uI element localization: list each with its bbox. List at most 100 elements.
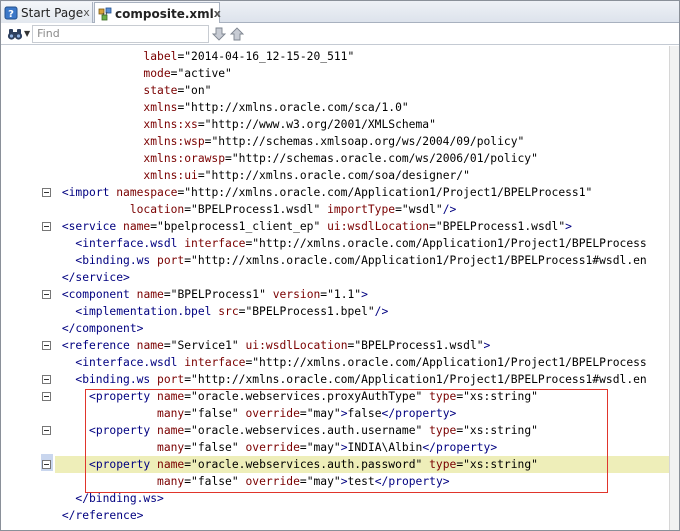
code-line[interactable]: xmlns="http://xmlns.oracle.com/sca/1.0" [55, 99, 669, 116]
close-icon[interactable]: x [214, 7, 221, 20]
code-line[interactable]: label="2014-04-16_12-15-20_511" [55, 48, 669, 65]
code-line[interactable]: <binding.ws port="http://xmlns.oracle.co… [55, 252, 669, 269]
fold-toggle-icon[interactable] [42, 341, 51, 350]
code-line[interactable]: </service> [55, 269, 669, 286]
find-input[interactable] [32, 24, 210, 43]
code-token: > [565, 220, 572, 233]
code-token: name [136, 288, 164, 301]
fold-toggle-icon[interactable] [42, 426, 51, 435]
code-token: <interface.wsdl [75, 356, 185, 369]
code-token: mode [143, 67, 171, 80]
fold-toggle-icon[interactable] [42, 222, 51, 231]
chevron-down-icon[interactable]: ▼ [24, 29, 30, 38]
code-token: <reference [61, 339, 137, 352]
code-token: name [123, 220, 151, 233]
tab-composite-xml[interactable]: composite.xml x [94, 2, 221, 24]
annotation-highlight-box [85, 389, 608, 493]
code-token: ="wsdl" [395, 203, 443, 216]
close-icon[interactable]: x [83, 6, 90, 19]
editor-gutter [1, 46, 55, 530]
code-token: ="http://xmlns.oracle.com/Application1/P… [177, 186, 593, 199]
arrow-up-icon [230, 26, 245, 40]
code-line[interactable]: <component name="BPELProcess1" version="… [55, 286, 669, 303]
code-line[interactable]: <import namespace="http://xmlns.oracle.c… [55, 184, 669, 201]
code-token: </service> [61, 271, 130, 284]
code-token: /> [442, 203, 457, 216]
code-line[interactable]: state="on" [55, 82, 669, 99]
code-token: ="http://schemas.oracle.com/ws/2006/01/p… [225, 152, 538, 165]
code-token: port [157, 254, 185, 267]
code-line[interactable]: xmlns:ui="http://xmlns.oracle.com/soa/de… [55, 167, 669, 184]
code-token: ="http://xmlns.oracle.com/soa/designer/" [197, 169, 470, 182]
code-line[interactable]: <implementation.bpel src="BPELProcess1.b… [55, 303, 669, 320]
code-token: </reference> [61, 509, 144, 522]
tab-start-page[interactable]: ? Start Page x [1, 2, 93, 23]
code-token: name [136, 339, 164, 352]
code-line[interactable]: xmlns:wsp="http://schemas.xmlsoap.org/ws… [55, 133, 669, 150]
tab-label: Start Page [21, 5, 84, 20]
code-token: src [218, 305, 239, 318]
code-token: <binding.ws [75, 254, 158, 267]
find-previous-button[interactable] [229, 25, 245, 43]
code-token: xmlns [143, 101, 178, 114]
code-token: ="bpelprocess1_client_ep" [150, 220, 328, 233]
code-token: namespace [116, 186, 178, 199]
code-token: ui:wsdlLocation [245, 339, 348, 352]
fold-toggle-icon[interactable] [42, 375, 51, 384]
code-token: <component [61, 288, 137, 301]
code-line[interactable]: xmlns:xs="http://www.w3.org/2001/XMLSche… [55, 116, 669, 133]
fold-toggle-icon[interactable] [42, 290, 51, 299]
code-token: location [129, 203, 185, 216]
code-line[interactable]: xmlns:orawsp="http://schemas.oracle.com/… [55, 150, 669, 167]
code-token: state [143, 84, 178, 97]
fold-toggle-icon[interactable] [42, 392, 51, 401]
code-line[interactable]: <reference name="Service1" ui:wsdlLocati… [55, 337, 669, 354]
binoculars-icon[interactable] [7, 27, 23, 41]
help-page-icon: ? [4, 6, 18, 20]
code-line[interactable]: location="BPELProcess1.wsdl" importType=… [55, 201, 669, 218]
code-line[interactable]: <binding.ws port="http://xmlns.oracle.co… [55, 371, 669, 388]
code-token: ="Service1" [163, 339, 246, 352]
code-token: ="http://xmlns.oracle.com/Application1/P… [184, 373, 647, 386]
code-token: ="on" [177, 84, 212, 97]
code-token: ="1.1" [320, 288, 362, 301]
code-token: interface [184, 356, 246, 369]
code-token: ="2014-04-16_12-15-20_511" [177, 50, 355, 63]
code-token: ="BPELProcess1.wsdl" [347, 339, 484, 352]
code-line[interactable]: </reference> [55, 507, 669, 524]
code-line[interactable]: mode="active" [55, 65, 669, 82]
editor-window: ? Start Page x composite.xml x ▼ Find la… [0, 0, 680, 531]
code-token: /> [374, 305, 389, 318]
code-token: ="http://schemas.xmlsoap.org/ws/2004/09/… [204, 135, 525, 148]
code-token: <import [61, 186, 117, 199]
tab-label: composite.xml [115, 6, 214, 21]
code-token: xmlns:orawsp [143, 152, 226, 165]
code-token: <interface.wsdl [75, 237, 185, 250]
fold-toggle-icon[interactable] [42, 188, 51, 197]
code-token: ui:wsdlLocation [327, 220, 430, 233]
code-token: > [483, 339, 491, 352]
code-line[interactable]: </component> [55, 320, 669, 337]
code-token: ="active" [170, 67, 232, 80]
code-line[interactable]: <service name="bpelprocess1_client_ep" u… [55, 218, 669, 235]
code-token: importType [327, 203, 396, 216]
xml-file-icon [98, 7, 112, 20]
code-line[interactable]: <interface.wsdl interface="http://xmlns.… [55, 235, 669, 252]
vertical-scrollbar[interactable] [669, 46, 679, 530]
code-token: <service [61, 220, 124, 233]
code-token: ="BPELProcess1.wsdl" [184, 203, 328, 216]
code-token: ="http://xmlns.oracle.com/Application1/P… [184, 254, 647, 267]
find-toolbar: ▼ [1, 23, 679, 45]
find-next-button[interactable] [211, 25, 227, 43]
code-token: ="http://xmlns.oracle.com/sca/1.0" [177, 101, 409, 114]
code-token: interface [184, 237, 246, 250]
code-token: version [272, 288, 321, 301]
fold-toggle-icon[interactable] [42, 460, 51, 469]
code-token: ="BPELProcess1.bpel" [238, 305, 375, 318]
code-token: <implementation.bpel [75, 305, 219, 318]
code-line[interactable]: <interface.wsdl interface="http://xmlns.… [55, 354, 669, 371]
code-token: xmlns:ui [143, 169, 198, 182]
code-token: ="http://xmlns.oracle.com/Application1/P… [245, 356, 647, 369]
tab-bar: ? Start Page x composite.xml x [1, 1, 679, 24]
arrow-down-icon [212, 27, 227, 41]
